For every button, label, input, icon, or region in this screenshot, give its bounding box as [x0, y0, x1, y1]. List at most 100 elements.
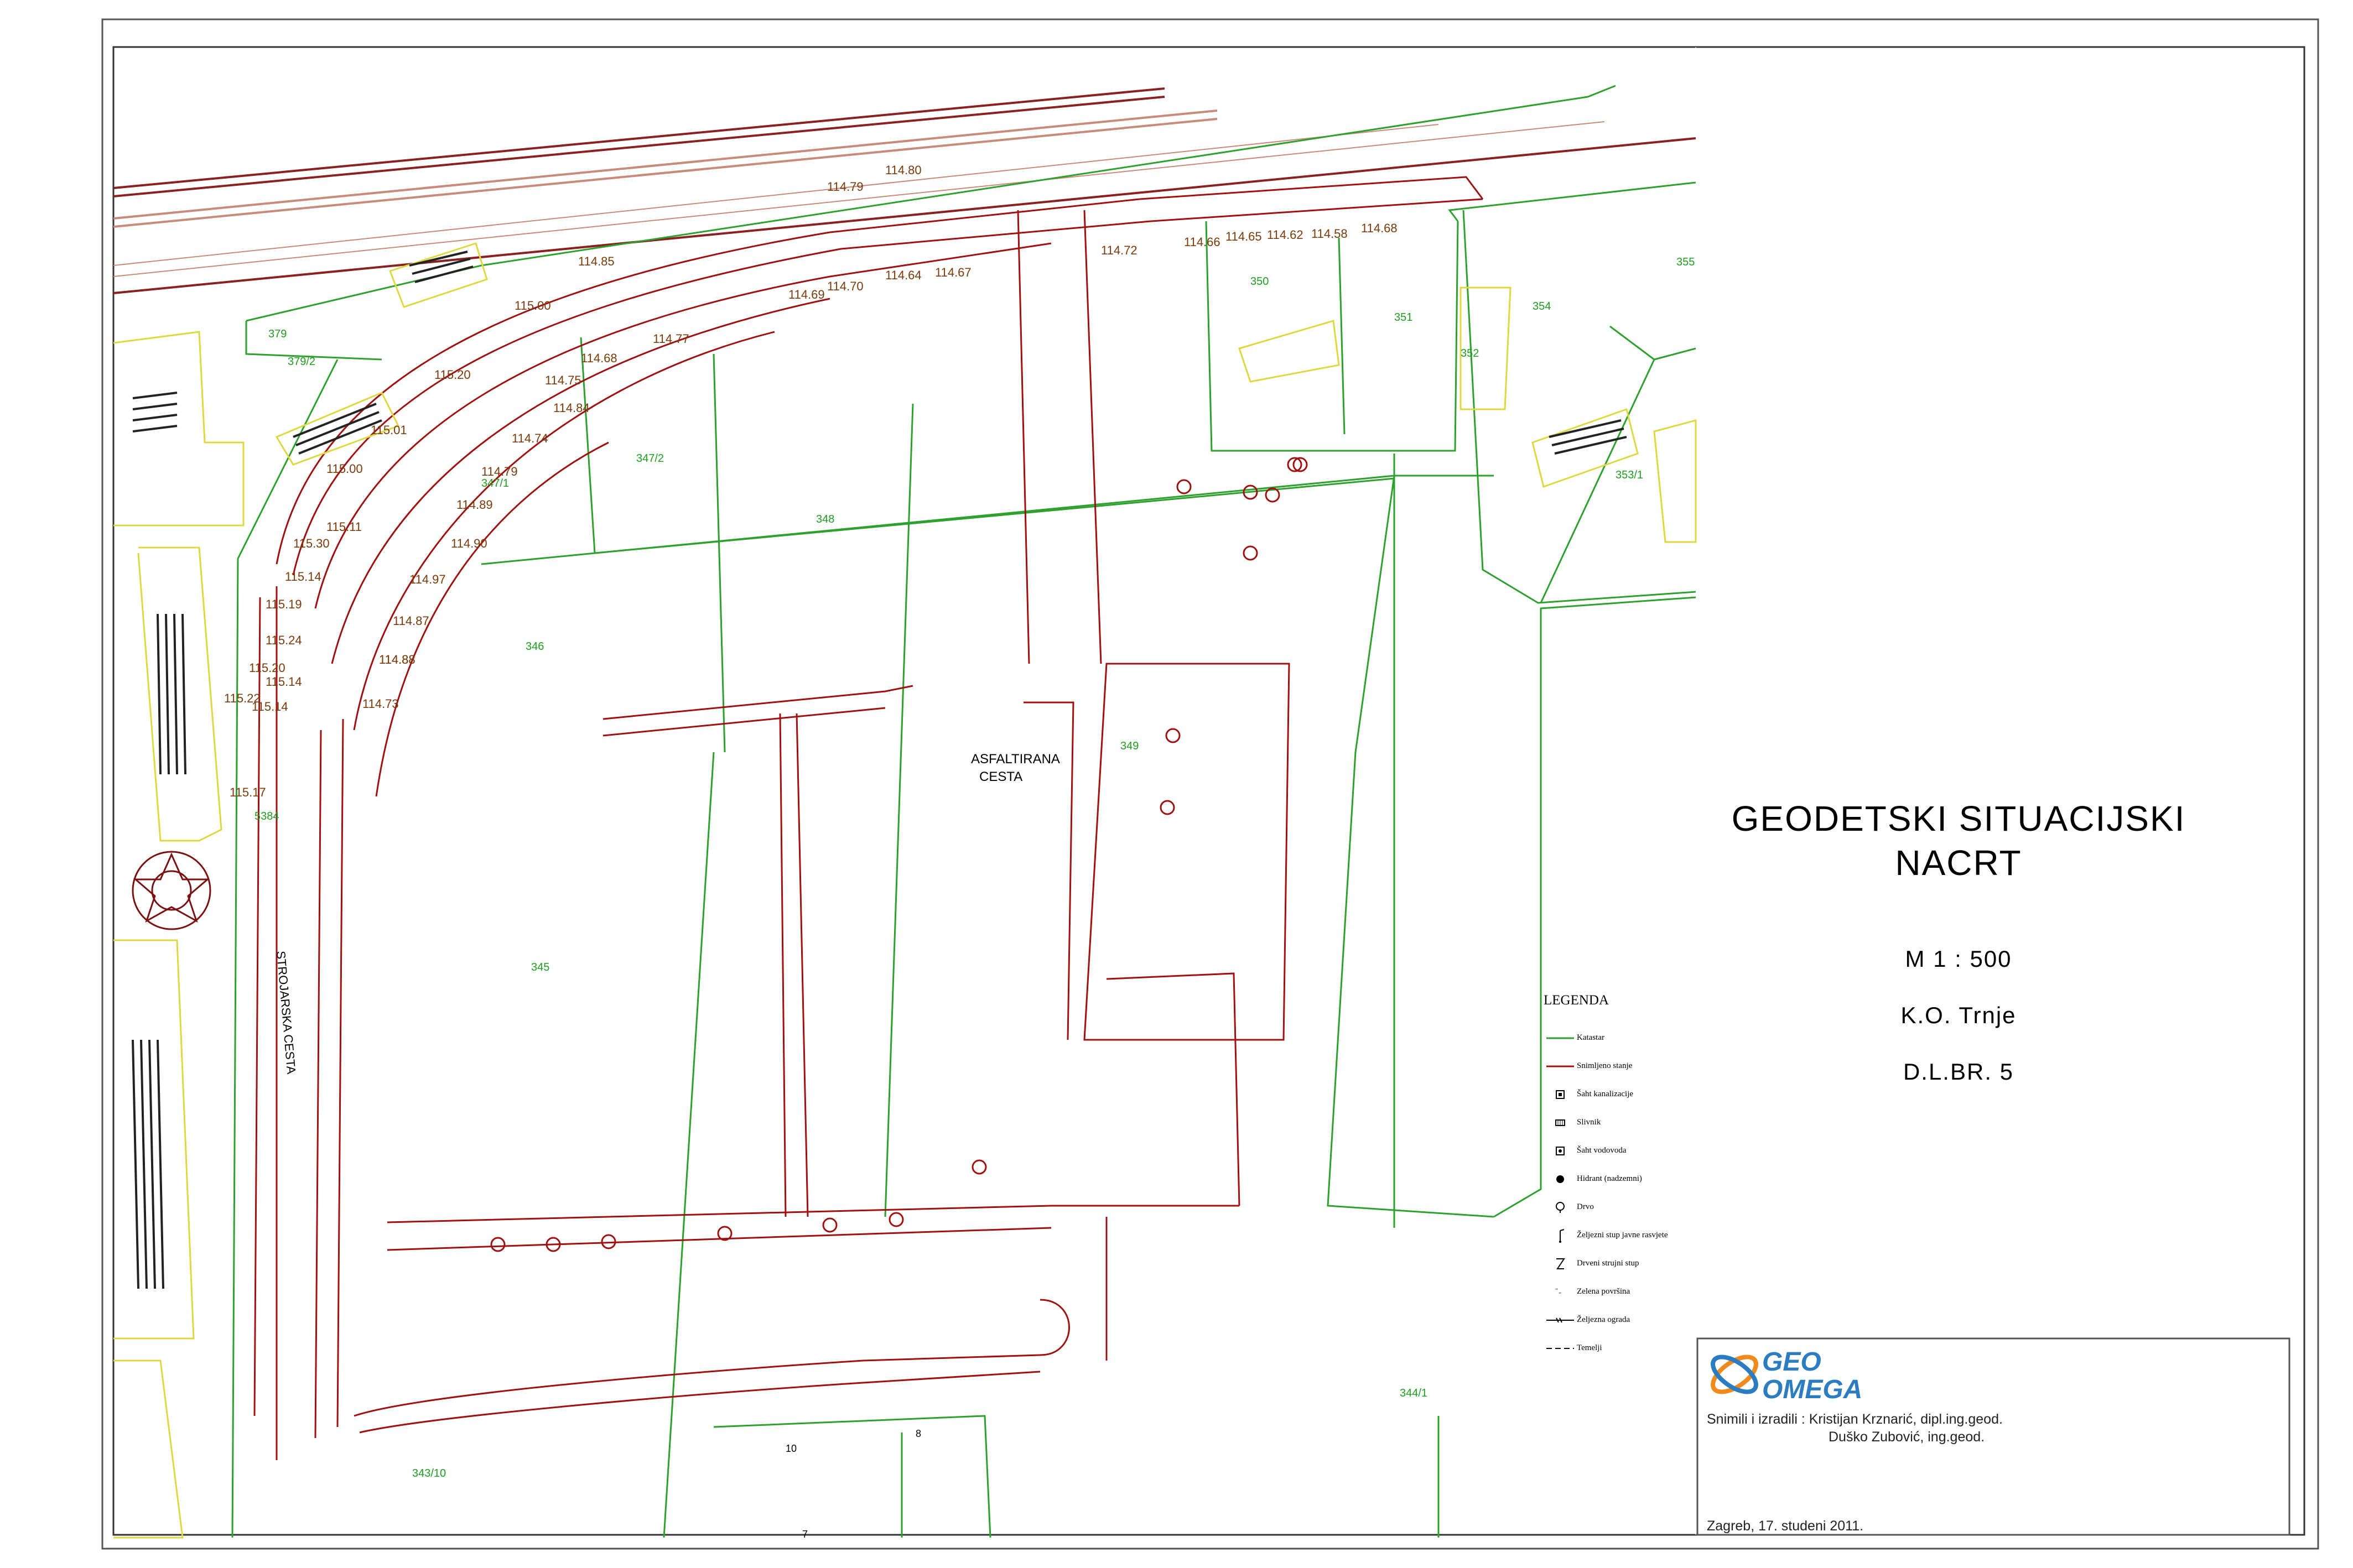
elevation-label: 114.62: [1267, 228, 1303, 242]
elevation-label: 114.79: [481, 465, 518, 478]
elevation-label: 114.64: [885, 268, 922, 282]
elevation-labels: 114.80 114.79 114.85 115.00 114.77 114.6…: [224, 163, 1398, 799]
credits-line: Duško Zubović, ing.geod.: [1829, 1429, 1985, 1445]
parcel-label: 379/2: [288, 356, 315, 368]
map-canvas: 379 379/2 347/2 347/1 348 346 345 349 35…: [101, 18, 2319, 1550]
parcel-label: 379: [268, 328, 287, 340]
legend-item: '' '' Zelena površina: [1544, 1278, 1732, 1306]
parcel-label: 343/10: [412, 1467, 446, 1480]
elevation-label: 115.14: [252, 700, 288, 713]
hydrant-icon: [1544, 1175, 1577, 1184]
parcel-labels: 379 379/2 347/2 347/1 348 346 345 349 35…: [254, 256, 1695, 1480]
elevation-label: 114.75: [545, 373, 581, 387]
elevation-label: 115.20: [434, 368, 471, 382]
svg-text:'': '': [1555, 1288, 1558, 1294]
legend-item: Drvo: [1544, 1193, 1732, 1221]
elevation-label: 115.11: [326, 520, 362, 534]
elevation-label: 114.77: [653, 332, 689, 346]
legend-item: Snimljeno stanje: [1544, 1052, 1732, 1080]
parcel-label: 344/1: [1400, 1387, 1427, 1399]
parcel-label: 347/2: [636, 452, 664, 465]
sheet-number: D.L.BR. 5: [1903, 1059, 2014, 1085]
cadastral-municipality: K.O. Trnje: [1900, 1002, 2017, 1028]
date-label: Zagreb, 17. studeni 2011.: [1707, 1518, 1864, 1534]
legend-item: Željezna ograda: [1544, 1306, 1732, 1334]
legend-item: Hidrant (nadzemni): [1544, 1165, 1732, 1193]
drain-icon: [1544, 1119, 1577, 1126]
scale-label: M 1 : 500: [1905, 946, 2012, 972]
elevation-label: 115.30: [293, 536, 330, 550]
tree-icon: [1544, 1201, 1577, 1213]
elevation-label: 115.00: [515, 299, 551, 312]
green-area-icon: '' '': [1544, 1288, 1577, 1296]
legend-item: Temelji: [1544, 1334, 1732, 1362]
elevation-label: 115.19: [266, 597, 302, 611]
road-label: ASFALTIRANA: [971, 752, 1060, 767]
elevation-label: 114.68: [1361, 221, 1398, 235]
parcel-label: 352: [1461, 347, 1479, 360]
parcel-label: 349: [1120, 740, 1139, 752]
trees: [490, 457, 1308, 1252]
iron-fence-icon: [1544, 1317, 1577, 1323]
parcel-label: 5384: [254, 810, 279, 822]
svg-text:'': '': [1559, 1292, 1561, 1296]
elevation-label: 114.67: [935, 265, 972, 279]
elevation-label: 114.84: [553, 401, 590, 415]
legend-title: LEGENDA: [1544, 993, 1609, 1008]
katastar-line-icon: [1544, 1036, 1577, 1040]
parcel-label: 347/1: [481, 477, 509, 489]
buildings: [113, 242, 1697, 1539]
elevation-label: 115.17: [230, 785, 266, 799]
parcel-label: 348: [816, 513, 834, 525]
elevation-label: 114.87: [393, 614, 429, 628]
road-label: CESTA: [979, 769, 1022, 784]
parcel-label: 345: [531, 961, 549, 973]
logo-text-omega: OMEGA: [1762, 1375, 1862, 1404]
legend-item: Željezni stup javne rasvjete: [1544, 1221, 1732, 1249]
logo-text-geo: GEO: [1762, 1347, 1821, 1377]
legend-item: Šaht kanalizacije: [1544, 1080, 1732, 1108]
elevation-label: 114.79: [827, 180, 864, 194]
parcel-label: 354: [1533, 300, 1551, 312]
elevation-label: 114.66: [1184, 235, 1220, 249]
elevation-label: 114.74: [512, 431, 548, 445]
sewer-manhole-icon: [1544, 1090, 1577, 1099]
elevation-label: 114.69: [788, 288, 825, 301]
building-numbers: 10 8 7: [786, 1428, 921, 1540]
elevation-label: 114.68: [581, 351, 617, 365]
legend-item: Katastar: [1544, 1024, 1732, 1052]
plan-title: GEODETSKI SITUACIJSKI: [1731, 799, 2186, 838]
title-block: GEODETSKI SITUACIJSKI NACRT M 1 : 500 K.…: [1693, 796, 2224, 1085]
parcel-label: 355: [1676, 256, 1695, 268]
credits: Snimili i izradili : Kristijan Krznarić,…: [1707, 1410, 2003, 1446]
elevation-label: 114.80: [885, 163, 922, 177]
foundation-icon: [1544, 1347, 1577, 1350]
credits-line: Snimili i izradili : Kristijan Krznarić,…: [1707, 1411, 2003, 1427]
legend-item: Šaht vodovoda: [1544, 1137, 1732, 1165]
elevation-label: 114.88: [379, 653, 415, 666]
legend: LEGENDA Katastar Snimljeno stanje Šaht k…: [1544, 993, 1732, 1362]
railway-tracks: [113, 87, 1696, 294]
building-number: 8: [916, 1428, 921, 1439]
elevation-label: 115.00: [326, 462, 363, 476]
street-label: STROJARSKA CESTA: [274, 950, 298, 1075]
water-manhole-icon: [1544, 1146, 1577, 1155]
elevation-label: 114.73: [362, 697, 399, 711]
elevation-label: 114.72: [1101, 243, 1137, 257]
building-hatching: [132, 251, 1627, 1289]
elevation-label: 114.85: [578, 254, 615, 268]
building-number: 10: [786, 1443, 797, 1454]
wooden-pole-icon: [1544, 1257, 1577, 1271]
cadastre-lines: [231, 85, 1696, 1538]
elevation-label: 114.70: [827, 279, 864, 293]
elevation-label: 114.89: [456, 498, 493, 512]
elevation-label: 115.14: [266, 675, 302, 689]
elevation-label: 115.01: [371, 423, 407, 437]
parcel-label: 353/1: [1616, 469, 1643, 481]
surveyed-line-icon: [1544, 1065, 1577, 1068]
street-light-icon: [1544, 1228, 1577, 1243]
plan-title-line2: NACRT: [1895, 843, 2022, 883]
parcel-label: 351: [1394, 311, 1412, 324]
legend-item: Drveni strujni stup: [1544, 1249, 1732, 1278]
building-number: 7: [802, 1529, 808, 1540]
